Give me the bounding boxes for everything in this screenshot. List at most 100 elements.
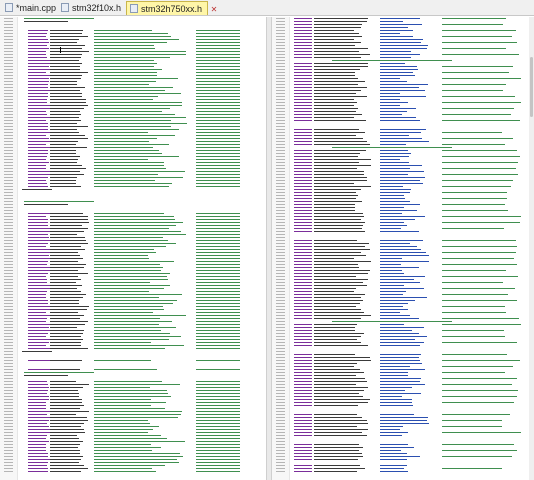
code-text-run <box>442 270 506 271</box>
code-text-run <box>28 396 49 397</box>
code-text-run <box>442 468 502 469</box>
code-text-run <box>314 396 363 397</box>
code-text-run <box>380 69 418 70</box>
code-text-run <box>196 48 240 49</box>
code-text-run <box>50 360 82 361</box>
code-text-run <box>380 204 420 205</box>
code-text-run <box>294 279 312 280</box>
scrollbar-thumb[interactable] <box>530 57 533 117</box>
code-text-run <box>94 222 183 223</box>
code-text-run <box>50 300 79 301</box>
code-text-run <box>294 27 312 28</box>
code-text-run <box>380 18 420 19</box>
code-text-run <box>314 21 367 22</box>
code-text-run <box>380 378 421 379</box>
right-editor-pane[interactable] <box>272 17 529 480</box>
code-text-run <box>50 282 76 283</box>
code-text-run <box>94 138 157 139</box>
code-text-run <box>94 57 170 58</box>
code-text-run <box>94 459 177 460</box>
code-text-run <box>28 225 48 226</box>
code-text-run <box>94 444 151 445</box>
code-text-run <box>380 102 408 103</box>
code-text-run <box>442 360 520 361</box>
code-text-run <box>50 120 81 121</box>
code-text-run <box>442 78 521 79</box>
code-text-run <box>94 258 149 259</box>
code-text-run <box>28 324 50 325</box>
code-text-run <box>442 24 503 25</box>
code-text-run <box>196 453 240 454</box>
code-text-run <box>294 225 312 226</box>
code-text-run <box>442 426 502 427</box>
code-text-run <box>294 423 312 424</box>
code-text-run <box>94 339 169 340</box>
code-text-run <box>28 447 46 448</box>
code-text-run <box>94 249 154 250</box>
code-text-run <box>314 216 364 217</box>
code-text-run <box>380 207 404 208</box>
code-text-run <box>24 21 68 22</box>
code-text-run <box>294 273 312 274</box>
code-text-run <box>294 186 312 187</box>
code-text-run <box>442 240 516 241</box>
code-text-run <box>294 303 312 304</box>
code-text-run <box>50 297 83 298</box>
code-text-run <box>380 360 420 361</box>
code-text-run <box>380 213 402 214</box>
code-text-run <box>196 408 240 409</box>
code-text-run <box>50 42 77 43</box>
code-text-run <box>28 117 50 118</box>
code-text-run <box>94 333 170 334</box>
code-text-run <box>196 156 240 157</box>
code-text-run <box>28 222 48 223</box>
tab-stm32h750xx-h[interactable]: stm32h750xx.h ✕ <box>126 1 217 15</box>
code-text-run <box>28 66 49 67</box>
code-text-run <box>442 144 505 145</box>
code-text-run <box>294 339 312 340</box>
code-text-run <box>294 387 312 388</box>
code-text-run <box>442 294 508 295</box>
code-text-run <box>196 72 240 73</box>
code-text-run <box>294 210 312 211</box>
code-text-run <box>380 291 406 292</box>
code-text-run <box>196 147 240 148</box>
code-text-run <box>196 105 240 106</box>
close-tab-icon[interactable]: ✕ <box>211 5 218 14</box>
code-text-run <box>442 84 506 85</box>
code-text-run <box>314 399 370 400</box>
code-text-run <box>294 342 312 343</box>
code-text-run <box>380 114 402 115</box>
code-text-run <box>294 402 312 403</box>
code-text-run <box>442 216 521 217</box>
code-text-run <box>50 444 80 445</box>
code-text-run <box>294 93 312 94</box>
code-line <box>20 470 260 473</box>
code-text-run <box>94 270 161 271</box>
code-text-run <box>196 279 240 280</box>
code-text-run <box>50 45 85 46</box>
code-text-run <box>314 243 369 244</box>
code-text-run <box>196 444 240 445</box>
code-text-run <box>50 78 81 79</box>
tab-stm32f10x-h[interactable]: stm32f10x.h <box>58 1 124 15</box>
code-text-run <box>294 36 312 37</box>
code-text-run <box>196 417 240 418</box>
code-text-run <box>294 105 312 106</box>
code-text-run <box>94 414 181 415</box>
vertical-scrollbar[interactable] <box>529 17 534 480</box>
code-text-run <box>294 57 312 58</box>
code-text-run <box>196 450 240 451</box>
code-text-run <box>314 54 370 55</box>
left-editor-pane[interactable] <box>0 17 266 480</box>
code-text-run <box>380 36 413 37</box>
tab-main-cpp[interactable]: *main.cpp <box>2 1 56 15</box>
code-text-run <box>442 306 505 307</box>
code-text-run <box>50 66 80 67</box>
code-text-run <box>50 174 84 175</box>
code-text-run <box>314 318 361 319</box>
code-text-run <box>294 222 312 223</box>
code-text-run <box>94 243 176 244</box>
code-text-run <box>196 42 240 43</box>
code-text-run <box>380 225 407 226</box>
